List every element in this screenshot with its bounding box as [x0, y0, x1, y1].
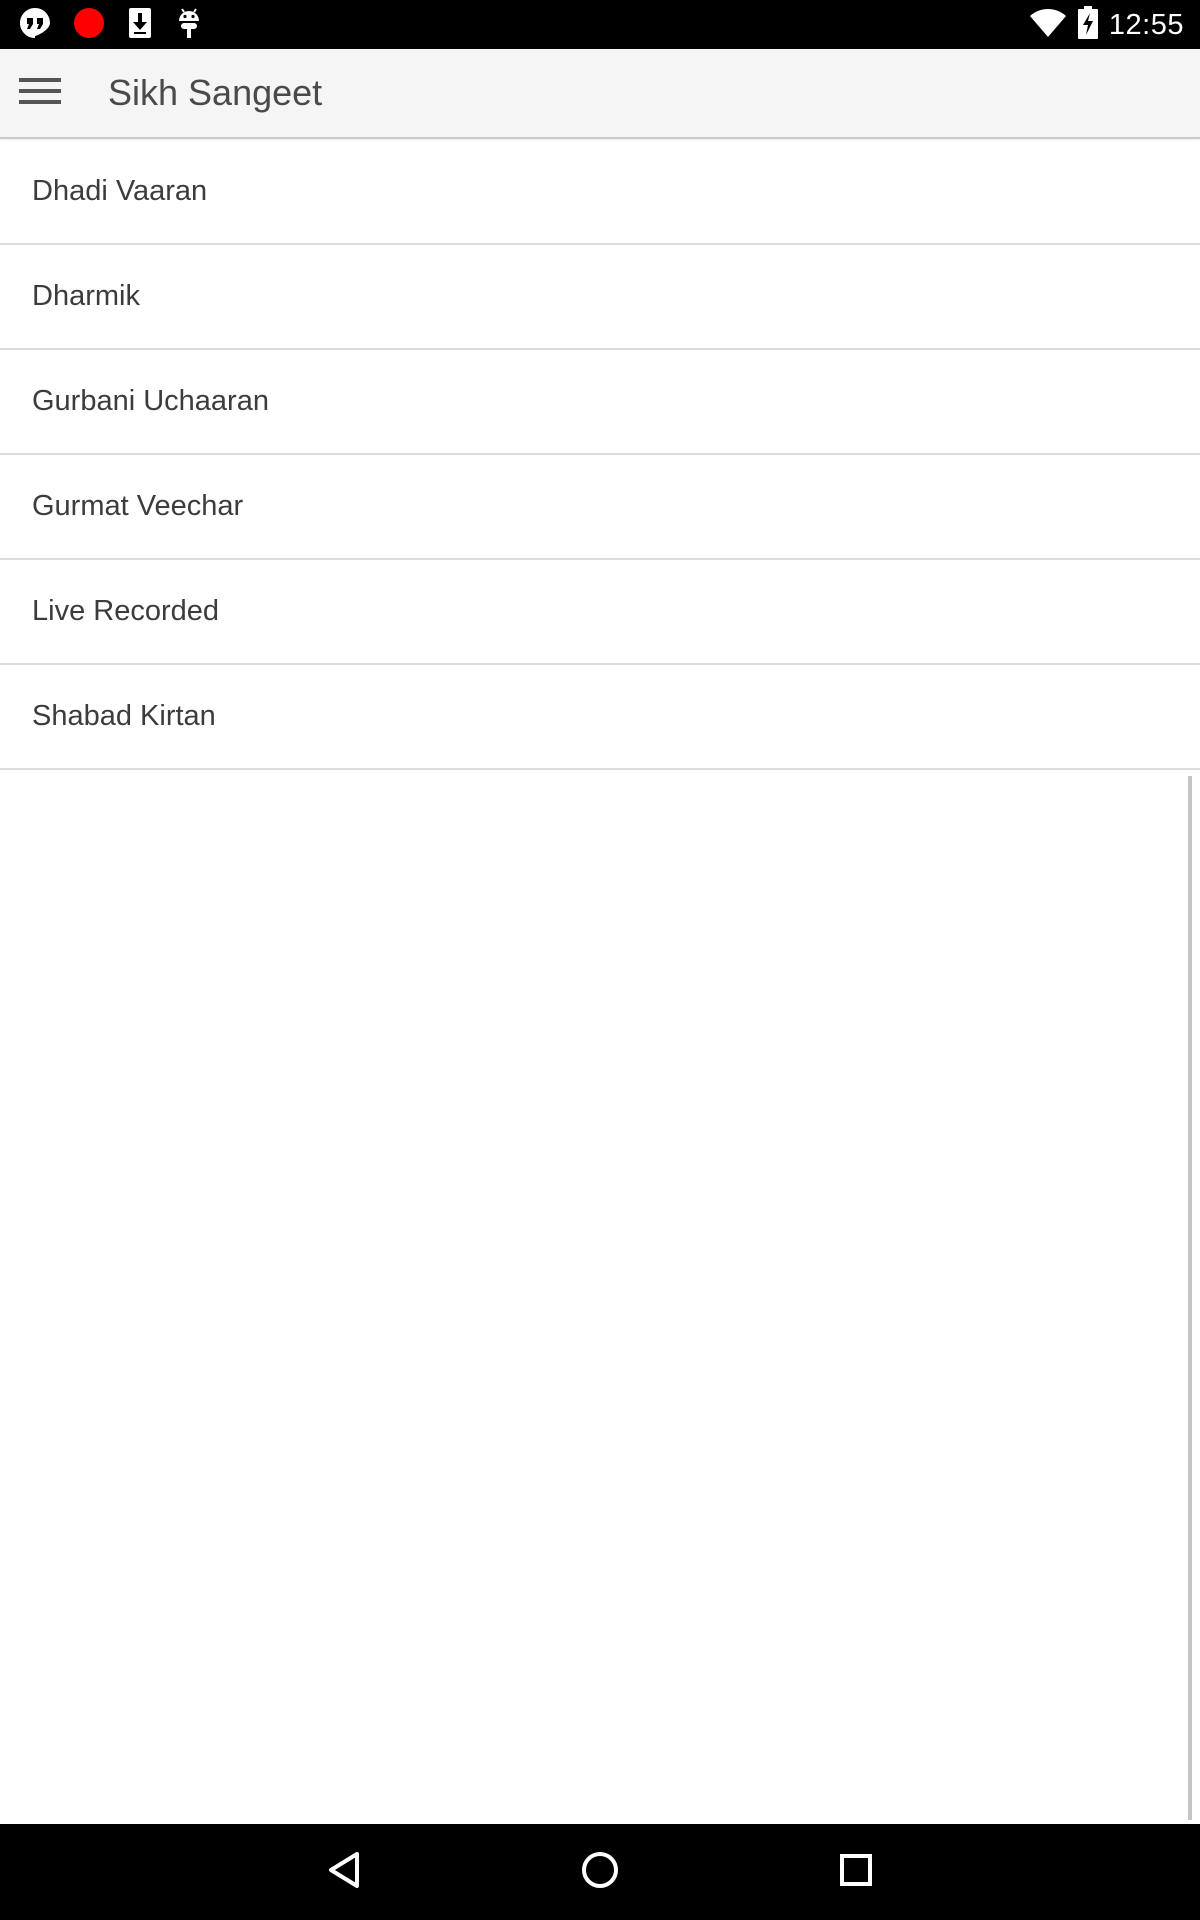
- list-item[interactable]: Live Recorded: [0, 560, 1200, 665]
- list-item[interactable]: Shabad Kirtan: [0, 665, 1200, 770]
- list-item-label: Gurbani Uchaaran: [32, 385, 269, 417]
- hamburger-menu-icon: [19, 76, 61, 111]
- back-icon: [326, 1850, 362, 1895]
- list-item-label: Gurmat Veechar: [32, 490, 244, 522]
- screen: 12:55 Sikh Sangeet Dhadi Vaaran Dharmik …: [0, 0, 1200, 1920]
- hangouts-icon: [18, 6, 52, 45]
- list-item[interactable]: Dharmik: [0, 245, 1200, 350]
- app-bar: Sikh Sangeet: [0, 49, 1200, 139]
- app-title: Sikh Sangeet: [108, 72, 323, 113]
- navigation-bar: [0, 1824, 1200, 1920]
- battery-charging-icon: [1077, 5, 1099, 45]
- list-item-label: Dharmik: [32, 280, 140, 312]
- list-item[interactable]: Gurmat Veechar: [0, 455, 1200, 560]
- recents-button[interactable]: [826, 1842, 886, 1902]
- home-icon: [580, 1850, 620, 1895]
- list-item-label: Shabad Kirtan: [32, 700, 216, 732]
- android-debug-icon: [174, 6, 204, 45]
- list-item-label: Live Recorded: [32, 595, 219, 627]
- back-button[interactable]: [314, 1842, 374, 1902]
- status-bar: 12:55: [0, 0, 1200, 49]
- list-item-label: Dhadi Vaaran: [32, 174, 208, 207]
- list-item[interactable]: Gurbani Uchaaran: [0, 350, 1200, 455]
- menu-button[interactable]: [14, 67, 66, 119]
- scrollbar[interactable]: [1188, 776, 1192, 1820]
- category-list: Dhadi Vaaran Dharmik Gurbani Uchaaran Gu…: [0, 139, 1200, 770]
- notification-icons: [18, 6, 204, 45]
- status-time: 12:55: [1108, 8, 1184, 41]
- record-icon: [72, 6, 106, 45]
- system-status: 12:55: [1029, 5, 1184, 45]
- home-button[interactable]: [570, 1842, 630, 1902]
- list-item[interactable]: Dhadi Vaaran: [0, 139, 1200, 245]
- download-icon: [126, 6, 154, 45]
- recents-icon: [838, 1852, 874, 1893]
- wifi-icon: [1029, 8, 1067, 43]
